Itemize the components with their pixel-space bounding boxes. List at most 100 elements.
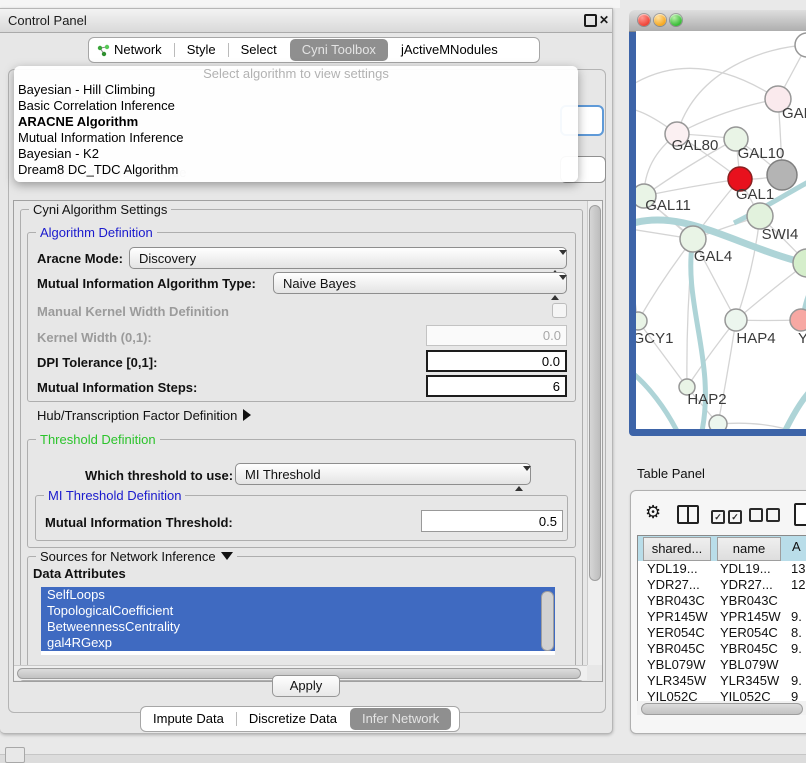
control-panel-window: Control Panel ✕ Network Style Select Cyn… — [0, 8, 613, 734]
bottom-tabbar: Impute Data Discretize Data Infer Networ… — [140, 706, 460, 732]
settings-vscrollbar-thumb[interactable] — [589, 205, 601, 581]
minimized-panel-icon[interactable] — [5, 747, 25, 763]
table-cell: YBR045C — [720, 641, 778, 656]
table-cell: YIL052C — [720, 689, 771, 701]
mi-type-label: Mutual Information Algorithm Type: — [37, 276, 256, 291]
table-cell: 9. — [791, 673, 802, 688]
gear-icon[interactable]: ⚙ — [645, 502, 661, 523]
table-row[interactable]: YIL052CYIL052C9 — [638, 689, 806, 701]
document-icon[interactable] — [794, 503, 806, 526]
tab-jactivemnodules[interactable]: jActiveMNodules — [389, 38, 510, 62]
node-label: GAL80 — [672, 137, 719, 154]
apply-button[interactable]: Apply — [272, 675, 340, 697]
float-icon[interactable] — [584, 14, 597, 27]
combo-arrows-icon — [551, 252, 559, 266]
dropdown-item[interactable]: Bayesian - Hill Climbing — [14, 82, 578, 98]
aracne-mode-combo[interactable]: Discovery — [129, 247, 567, 269]
tab-network[interactable]: Network — [110, 38, 174, 62]
table-cell: YPR145W — [647, 609, 708, 624]
network-node[interactable] — [795, 33, 806, 57]
table-row[interactable]: YDL19...YDL19...13 — [638, 561, 806, 577]
mi-type-combo[interactable]: Naive Bayes — [273, 272, 567, 294]
network-edge — [644, 179, 740, 196]
table-cell: YDL19... — [720, 561, 771, 576]
column-header-name[interactable]: name — [717, 537, 781, 561]
tab-style[interactable]: Style — [175, 38, 228, 62]
minimize-traffic-light[interactable] — [654, 14, 666, 26]
network-node[interactable] — [636, 312, 647, 330]
table-cell: 8. — [791, 625, 802, 640]
data-attribute-item[interactable]: TopologicalCoefficient — [41, 603, 555, 619]
mi-steps-input[interactable] — [426, 375, 567, 397]
network-edge — [718, 423, 786, 429]
sources-group-title[interactable]: Sources for Network Inference — [36, 549, 237, 564]
node-label: GAL1 — [736, 186, 774, 203]
dropdown-item[interactable]: Mutual Information Inference — [14, 130, 578, 146]
cyni-algorithm-settings-title: Cyni Algorithm Settings — [29, 202, 171, 217]
combo-arrows-icon — [515, 468, 523, 482]
kernel-width-label: Kernel Width (0,1): — [37, 330, 152, 345]
tab-infer-network[interactable]: Infer Network — [350, 708, 451, 730]
data-attribute-item[interactable]: gal4RGexp — [41, 635, 555, 651]
list-scrollbar-thumb[interactable] — [541, 591, 554, 651]
checked-boxes-icon[interactable]: ✓✓ — [711, 508, 742, 524]
dropdown-placeholder: Select algorithm to view settings — [14, 66, 578, 82]
dropdown-item[interactable]: Bayesian - K2 — [14, 146, 578, 162]
table-row[interactable]: YPR145WYPR145W9. — [638, 609, 806, 625]
table-row[interactable]: YLR345WYLR345W9. — [638, 673, 806, 689]
data-attributes-label: Data Attributes — [33, 566, 126, 581]
which-threshold-combo[interactable]: MI Threshold — [235, 463, 531, 485]
tab-impute-data[interactable]: Impute Data — [141, 707, 236, 731]
column-header-shared[interactable]: shared... — [643, 537, 711, 561]
node-label: GAL11 — [645, 197, 691, 214]
control-panel-title: Control Panel — [8, 13, 87, 28]
data-attribute-item[interactable]: BetweennessCentrality — [41, 619, 555, 635]
dropdown-item[interactable]: Dream8 DC_TDC Algorithm — [14, 162, 578, 178]
network-tab-icon — [97, 44, 110, 57]
column-header-extra[interactable]: A — [792, 539, 801, 554]
dropdown-item[interactable]: Basic Correlation Inference — [14, 98, 578, 114]
hub-definition-label: Hub/Transcription Factor Definition — [37, 408, 237, 423]
network-edge — [736, 216, 760, 320]
mi-threshold-input[interactable] — [421, 510, 563, 532]
table-row[interactable]: YBR045C YBR045C 9. — [638, 641, 806, 657]
table-body: YDL19...YDL19...13YDR27...YDR27...12YBR0… — [637, 561, 806, 701]
zoom-traffic-light[interactable] — [670, 14, 682, 26]
tab-select[interactable]: Select — [229, 38, 289, 62]
table-row[interactable]: YBL079WYBL079W — [638, 657, 806, 673]
table-row[interactable]: YER054CYER054C8. — [638, 625, 806, 641]
network-node[interactable] — [725, 309, 747, 331]
split-columns-icon[interactable] — [677, 505, 699, 524]
network-node[interactable] — [790, 309, 806, 331]
close-traffic-light[interactable] — [638, 14, 650, 26]
network-edge — [677, 99, 778, 134]
combo-arrows-icon — [551, 277, 559, 291]
network-edge — [687, 320, 736, 387]
table-row[interactable]: YDR27...YDR27...12 — [638, 577, 806, 593]
table-cell: YIL052C — [647, 689, 698, 701]
close-icon[interactable]: ✕ — [599, 13, 609, 27]
dropdown-item[interactable]: ARACNE Algorithm — [14, 114, 578, 130]
control-panel-titlebar: Control Panel ✕ — [0, 9, 612, 33]
kernel-width-input[interactable] — [426, 325, 567, 346]
manual-kernel-checkbox[interactable] — [552, 303, 567, 318]
network-canvas[interactable]: GALGAL80GAL10GAL1GAL11SWI4GAL4GCY1HAP4YH… — [636, 31, 806, 429]
table-row[interactable]: YBR043CYBR043C — [638, 593, 806, 609]
table-cell: YLR345W — [647, 673, 706, 688]
tab-discretize-data[interactable]: Discretize Data — [237, 707, 349, 731]
tab-cyni-toolbox[interactable]: Cyni Toolbox — [290, 39, 388, 61]
table-hscrollbar-thumb[interactable] — [641, 703, 803, 715]
table-panel-title: Table Panel — [637, 466, 705, 481]
network-edge — [636, 371, 678, 429]
node-label: GCY1 — [636, 330, 673, 347]
mi-threshold-group-title: MI Threshold Definition — [44, 488, 185, 503]
mi-type-value: Naive Bayes — [283, 276, 356, 291]
unchecked-boxes-icon[interactable] — [749, 508, 780, 525]
dpi-tolerance-input[interactable] — [426, 350, 567, 372]
table-cell: 9. — [791, 641, 802, 656]
data-attribute-item[interactable]: SelfLoops — [41, 587, 555, 603]
table-cell: YDR27... — [720, 577, 773, 592]
table-cell: YBR045C — [647, 641, 705, 656]
network-node[interactable] — [709, 415, 727, 429]
hub-definition-toggle[interactable]: Hub/Transcription Factor Definition — [37, 408, 251, 423]
